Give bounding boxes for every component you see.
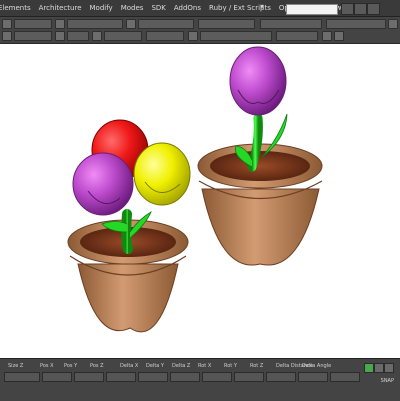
status-field-label: Pos Y [64,363,78,369]
status-field-label: Pos Z [90,363,104,369]
coord-field[interactable] [138,372,168,382]
tool-icon[interactable] [92,31,102,41]
tool-icon[interactable] [322,31,332,41]
tool-field[interactable] [67,19,123,29]
tool-field[interactable] [198,19,255,29]
coord-field[interactable] [106,372,136,382]
tool-icon[interactable] [2,19,12,29]
menu-bar: Elements Architecture Modify Modes SDK AddOns… [0,0,400,17]
status-fields [0,372,400,382]
status-field-label: Delta Angle [302,363,332,369]
menu-item[interactable]: Modes [117,0,148,16]
tool-icon[interactable] [126,19,136,29]
dropdown-arrow-icon[interactable]: ▾ [260,2,272,12]
status-field-label: Rot X [198,363,212,369]
status-field-label: Delta Y [146,363,164,369]
status-field-label: Rot Y [224,363,237,369]
menu-item[interactable]: AddOns [170,0,205,16]
tool-field[interactable] [14,31,52,41]
tool-icon[interactable] [188,31,198,41]
coord-field[interactable] [42,372,72,382]
status-field-label: Delta X [120,363,139,369]
scene [67,46,323,333]
status-field-label: Rot Z [250,363,264,369]
tool-icon[interactable] [2,31,12,41]
status-field-label: Size Z [8,363,24,369]
coord-field[interactable] [4,372,40,382]
toolbar [0,17,400,44]
tool-field[interactable] [138,19,194,29]
tool-icon[interactable] [55,19,65,29]
menu-item[interactable]: Elements [0,0,35,16]
snap-label: SNAP [380,378,394,384]
coord-field[interactable] [170,372,200,382]
coord-field[interactable] [202,372,232,382]
tool-field[interactable] [326,19,386,29]
status-bar: Size Z Pos X Pos Y Pos Z Delta X Delta Y Delta… [0,358,400,401]
snap-toggle-button[interactable] [364,363,374,373]
tool-field[interactable] [14,19,52,29]
tool-field[interactable] [200,31,272,41]
pot-right [197,143,323,266]
toolbar-button-3[interactable] [367,3,380,15]
coord-field[interactable] [74,372,104,382]
coord-field[interactable] [330,372,360,382]
toolbar-button-1[interactable] [341,3,354,15]
search-field[interactable] [286,4,338,15]
tool-field[interactable] [104,31,142,41]
ortho-toggle-button[interactable] [384,363,394,373]
menu-item[interactable]: Architecture [35,0,86,16]
coord-field[interactable] [266,372,296,382]
status-field-label: Pos X [40,363,54,369]
status-field-label: Delta Z [172,363,191,369]
tool-field[interactable] [276,31,318,41]
3d-viewport[interactable] [0,44,400,358]
toolbar-button-2[interactable] [354,3,367,15]
tool-field[interactable] [146,31,184,41]
menu-item[interactable]: SDK [147,0,169,16]
coord-field[interactable] [298,372,328,382]
menu-item[interactable]: Modify [86,0,117,16]
coord-field[interactable] [234,372,264,382]
toolbar-row-bottom [0,30,400,42]
tool-icon[interactable] [388,19,398,29]
tool-field[interactable] [260,19,322,29]
grid-toggle-button[interactable] [374,363,384,373]
tool-field[interactable] [67,31,89,41]
status-labels: Size Z Pos X Pos Y Pos Z Delta X Delta Y Delta… [0,361,400,371]
tool-icon[interactable] [55,31,65,41]
tool-icon[interactable] [334,31,344,41]
toolbar-row-top [0,18,400,30]
